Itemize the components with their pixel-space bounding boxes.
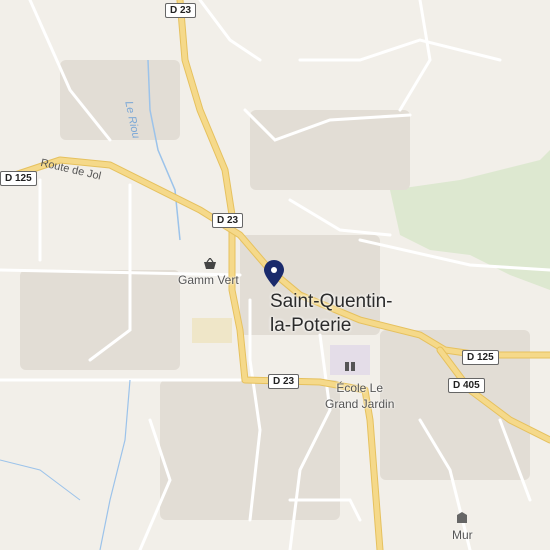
poi-mur[interactable]: Mur xyxy=(452,528,473,542)
town-name-line1: Saint-Quentin- xyxy=(270,291,393,312)
map-view[interactable]: D 23 D 23 D 23 D 125 D 125 D 405 Route d… xyxy=(0,0,550,550)
town-name[interactable]: Saint-Quentin- la-Poterie xyxy=(270,290,393,338)
poi-ecole[interactable]: École Le Grand Jardin xyxy=(325,380,394,412)
road-shield-d125-left: D 125 xyxy=(0,171,37,186)
yellow-area xyxy=(192,318,232,343)
map-canvas xyxy=(0,0,550,550)
road-shield-d23-top: D 23 xyxy=(165,3,197,18)
town-name-line2: la-Poterie xyxy=(270,315,352,336)
road-shield-d405: D 405 xyxy=(448,378,485,393)
poi-ecole-line2: Grand Jardin xyxy=(325,397,395,411)
stream xyxy=(99,379,131,550)
poi-ecole-line1: École Le xyxy=(336,381,384,395)
road-shield-d125-right: D 125 xyxy=(462,350,499,365)
poi-gamm-vert[interactable]: Gamm Vert xyxy=(178,273,239,287)
road-shield-d23-middle: D 23 xyxy=(212,213,244,228)
stream xyxy=(0,459,81,501)
road-shield-d23-bottom: D 23 xyxy=(268,374,300,389)
